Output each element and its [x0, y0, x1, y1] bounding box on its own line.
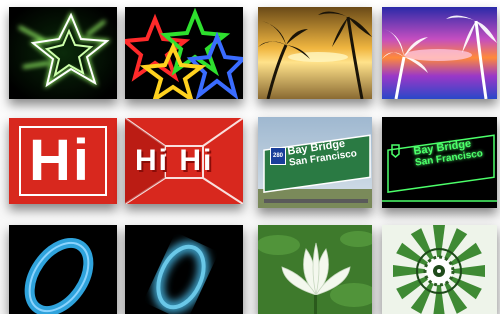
tile-hi-extruded[interactable]: Hi Hi — [125, 118, 243, 204]
tile-lotus[interactable] — [258, 225, 372, 314]
ring-icon — [152, 240, 210, 314]
route-shield: 280 — [270, 147, 286, 165]
palm-tree-image — [382, 7, 497, 99]
tile-star-glow[interactable] — [9, 7, 117, 99]
lotus-flower-image — [258, 225, 372, 314]
ring-icon — [24, 237, 94, 314]
tile-kaleidoscope[interactable] — [382, 225, 497, 314]
star-icon — [125, 7, 243, 99]
tile-highway-sign-glow[interactable]: Bay Bridge San Francisco — [382, 117, 497, 208]
tile-star-multicolor[interactable] — [125, 7, 243, 99]
tile-ring-blurred[interactable] — [125, 225, 243, 314]
tile-palm-sunset[interactable] — [258, 7, 372, 99]
palm-tree-image — [258, 7, 372, 99]
star-icon — [9, 7, 117, 99]
kaleidoscope-image — [382, 225, 497, 314]
tile-palm-psychedelic[interactable] — [382, 7, 497, 99]
tile-highway-sign[interactable]: 280 Bay Bridge San Francisco — [258, 117, 372, 208]
hi-label: Hi Hi — [135, 144, 214, 177]
route-number: 280 — [272, 153, 283, 159]
tile-ring-blue[interactable] — [9, 225, 117, 314]
tile-hi-plain[interactable]: Hi — [9, 118, 117, 204]
hi-label: Hi — [29, 128, 91, 193]
